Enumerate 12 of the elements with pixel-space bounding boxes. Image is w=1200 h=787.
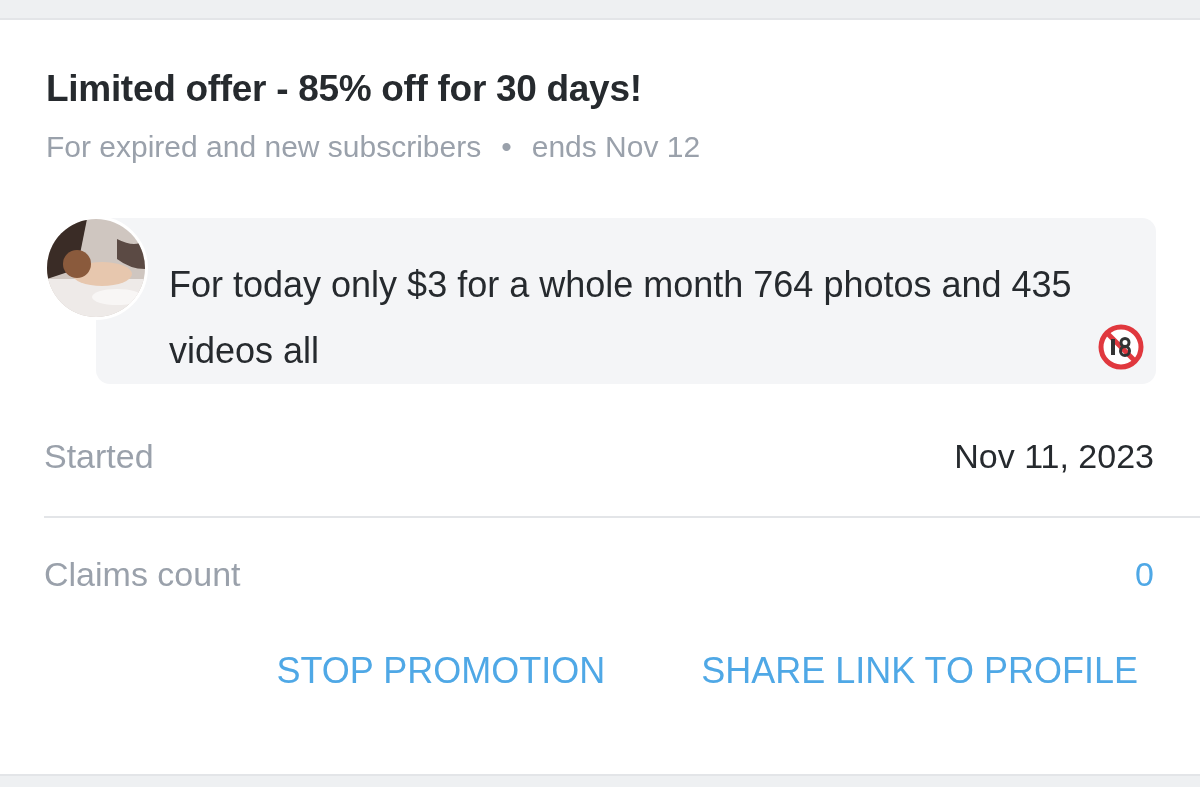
action-button[interactable]: STOP PROMOTION [260, 638, 622, 704]
detail-value: Nov 11, 2023 [954, 436, 1154, 476]
no-under-18-icon [1098, 324, 1144, 370]
separator-dot: • [501, 130, 512, 164]
action-button[interactable]: SHARE LINK TO PROFILE [685, 638, 1154, 704]
message-text: For today only $3 for a whole month 764 photos and 435 videos all [169, 263, 1073, 373]
detail-label: Claims count [44, 554, 241, 594]
detail-label: Started [44, 436, 154, 476]
detail-value[interactable]: 0 [1135, 554, 1154, 594]
end-date: ends Nov 12 [531, 130, 701, 164]
promotion-title: Limited offer - 85% off for 30 days! [46, 68, 643, 110]
audience-text: For expired and new subscribers [46, 130, 482, 164]
